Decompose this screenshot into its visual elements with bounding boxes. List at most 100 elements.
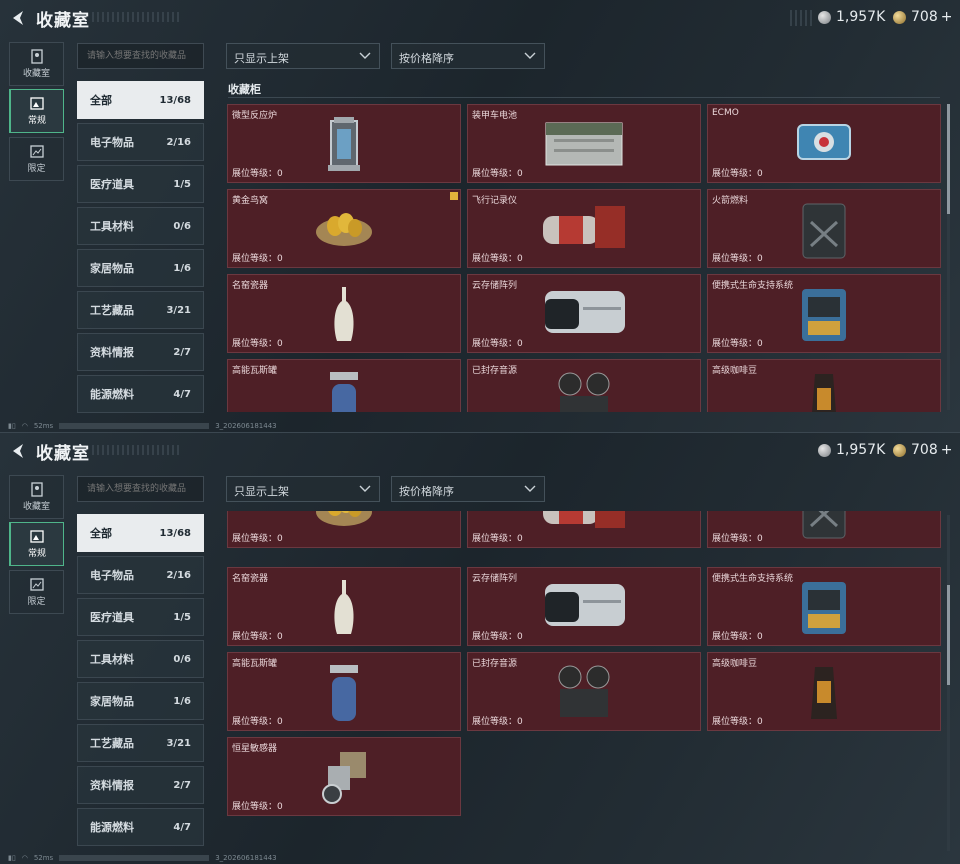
item-card[interactable]: 便携式生命支持系统 展位等级：0 [707, 567, 941, 646]
item-name: 装甲车电池 [472, 111, 518, 121]
grid-scrollbar[interactable] [947, 515, 950, 851]
category-label: 全部 [90, 527, 112, 540]
back-arrow-icon[interactable] [8, 441, 28, 461]
search-input[interactable] [77, 476, 204, 502]
nav-tab-collection-room[interactable]: 收藏室 [9, 42, 64, 86]
display-level: 展位等级：0 [232, 169, 283, 179]
item-card[interactable]: 已封存音源 展位等级：0 [467, 652, 701, 731]
gold-currency[interactable]: 708 + [893, 9, 952, 25]
category-intel[interactable]: 资料情报 2/7 [77, 333, 204, 371]
nav-tab-regular[interactable]: 常规 [9, 522, 64, 566]
category-label: 电子物品 [90, 569, 134, 582]
scrollbar-thumb[interactable] [947, 104, 950, 214]
battery-icon: ▮▯ [8, 854, 16, 862]
item-card[interactable]: 恒星敏感器 展位等级：0 [227, 737, 461, 816]
gold-currency[interactable]: 708 + [893, 442, 952, 458]
category-all[interactable]: 全部 13/68 [77, 514, 204, 552]
category-household[interactable]: 家居物品 1/6 [77, 249, 204, 287]
item-card[interactable]: 展位等级：0 [707, 511, 941, 548]
category-electronics[interactable]: 电子物品 2/16 [77, 123, 204, 161]
item-card[interactable]: 云存储阵列 展位等级：0 [467, 567, 701, 646]
item-card[interactable]: 便携式生命支持系统 展位等级：0 [707, 274, 941, 353]
life-support-icon [802, 582, 846, 634]
title-decoration [92, 12, 182, 22]
reel-recorder-icon [558, 665, 610, 717]
item-card[interactable]: 装甲车电池 展位等级：0 [467, 104, 701, 183]
collection-grid: 展位等级：0 展位等级：0 展位等级：0 名窑瓷器 展位等级：0 云存储阵列 展… [224, 511, 946, 853]
nav-tab-regular[interactable]: 常规 [9, 89, 64, 133]
display-level: 展位等级：0 [232, 802, 283, 812]
nav-tab-limited[interactable]: 限定 [9, 570, 64, 614]
top-bar: 收藏室 1,957K 708 + [0, 0, 960, 36]
nav-tab-limited[interactable]: 限定 [9, 137, 64, 181]
ecmo-icon [797, 124, 851, 160]
category-tools[interactable]: 工具材料 0/6 [77, 640, 204, 678]
category-count: 3/21 [166, 737, 191, 749]
add-currency-button[interactable]: + [941, 442, 953, 458]
category-count: 4/7 [173, 388, 191, 400]
category-medical[interactable]: 医疗道具 1/5 [77, 598, 204, 636]
category-household[interactable]: 家居物品 1/6 [77, 682, 204, 720]
item-card[interactable]: 高能瓦斯罐 展位等级：0 [227, 359, 461, 412]
category-medical[interactable]: 医疗道具 1/5 [77, 165, 204, 203]
item-card[interactable]: 展位等级：0 [467, 511, 701, 548]
limited-icon [29, 145, 44, 158]
shelf-filter-dropdown[interactable]: 只显示上架 [226, 43, 380, 69]
ping-text: 52ms [33, 422, 54, 430]
category-tools[interactable]: 工具材料 0/6 [77, 207, 204, 245]
item-card[interactable]: 云存储阵列 展位等级：0 [467, 274, 701, 353]
nav-label: 收藏室 [22, 502, 50, 512]
item-card[interactable]: 黄金鸟窝 展位等级：0 [227, 189, 461, 268]
collection-room-icon [30, 482, 43, 497]
nav-tab-collection-room[interactable]: 收藏室 [9, 475, 64, 519]
item-name: 高级咖啡豆 [712, 366, 758, 376]
item-card[interactable]: 名窑瓷器 展位等级：0 [227, 274, 461, 353]
item-card[interactable]: 展位等级：0 [227, 511, 461, 548]
category-count: 1/6 [173, 262, 191, 274]
scrollbar-thumb[interactable] [947, 585, 950, 685]
display-level: 展位等级：0 [712, 339, 763, 349]
battery-icon [545, 122, 623, 166]
category-crafts[interactable]: 工艺藏品 3/21 [77, 291, 204, 329]
item-card[interactable]: ECMO 展位等级：0 [707, 104, 941, 183]
category-count: 13/68 [159, 527, 191, 539]
item-card[interactable]: 名窑瓷器 展位等级：0 [227, 567, 461, 646]
vase-icon [334, 287, 354, 341]
category-all[interactable]: 全部 13/68 [77, 81, 204, 119]
rocket-fuel-icon [802, 203, 846, 259]
item-card[interactable]: 高级咖啡豆 展位等级：0 [707, 359, 941, 412]
category-fuel[interactable]: 能源燃料 4/7 [77, 808, 204, 846]
sort-value: 按价格降序 [399, 52, 454, 65]
item-name: 高能瓦斯罐 [232, 366, 278, 376]
item-name: 便携式生命支持系统 [712, 281, 794, 291]
item-card[interactable]: 微型反应炉 展位等级：0 [227, 104, 461, 183]
search-input[interactable] [77, 43, 204, 69]
category-fuel[interactable]: 能源燃料 4/7 [77, 375, 204, 413]
status-bar: ▮▯ ◠ 52ms 3_202606181443 [8, 422, 277, 430]
item-card[interactable]: 高级咖啡豆 展位等级：0 [707, 652, 941, 731]
item-card[interactable]: 高能瓦斯罐 展位等级：0 [227, 652, 461, 731]
shelf-filter-dropdown[interactable]: 只显示上架 [226, 476, 380, 502]
back-arrow-icon[interactable] [8, 8, 28, 28]
add-currency-button[interactable]: + [941, 9, 953, 25]
display-level: 展位等级：0 [232, 717, 283, 727]
grid-scrollbar[interactable] [947, 104, 950, 410]
item-card[interactable]: 火箭燃料 展位等级：0 [707, 189, 941, 268]
build-text: 3_202606181443 [215, 422, 277, 430]
sort-value: 按价格降序 [399, 485, 454, 498]
sort-dropdown[interactable]: 按价格降序 [391, 43, 545, 69]
category-count: 13/68 [159, 94, 191, 106]
category-electronics[interactable]: 电子物品 2/16 [77, 556, 204, 594]
item-card[interactable]: 飞行记录仪 展位等级：0 [467, 189, 701, 268]
nav-label: 限定 [27, 597, 46, 607]
item-name: ECMO [712, 108, 739, 118]
top-bar: 收藏室 1,957K 708 + [0, 433, 960, 469]
display-level: 展位等级：0 [472, 254, 523, 264]
page-title: 收藏室 [36, 444, 90, 464]
item-name: 已封存音源 [472, 366, 518, 376]
category-crafts[interactable]: 工艺藏品 3/21 [77, 724, 204, 762]
item-card[interactable]: 已封存音源 展位等级：0 [467, 359, 701, 412]
display-level: 展位等级：0 [712, 169, 763, 179]
sort-dropdown[interactable]: 按价格降序 [391, 476, 545, 502]
category-intel[interactable]: 资料情报 2/7 [77, 766, 204, 804]
